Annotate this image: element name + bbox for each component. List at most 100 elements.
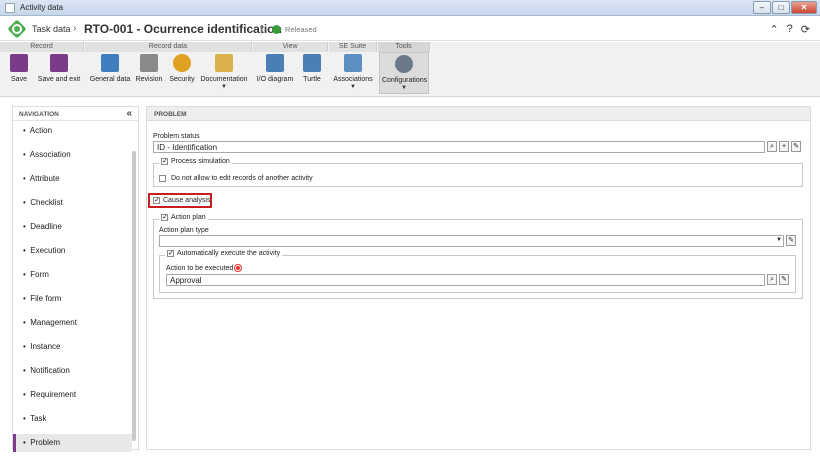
save-label: Save: [11, 76, 27, 83]
search-icon[interactable]: ⌕: [767, 141, 777, 152]
ribbon-group-record-data: Record data General data Revision Securi…: [85, 42, 252, 97]
turtle-label: Turtle: [303, 76, 321, 83]
sidebar-item-form[interactable]: • Form: [13, 266, 132, 284]
action-plan-legend: ✓ Action plan: [159, 214, 208, 221]
sidebar-item-execution[interactable]: • Execution: [13, 242, 132, 260]
security-button[interactable]: Security: [167, 54, 197, 83]
page-title: RTO-001 - Ocurrence identification: [84, 22, 282, 36]
window-title: Activity data: [20, 3, 64, 12]
sidebar-item-requirement[interactable]: • Requirement: [13, 386, 132, 404]
sidebar-item-checklist[interactable]: • Checklist: [13, 194, 132, 212]
dropdown-arrow-icon: ▼: [221, 84, 227, 90]
associations-icon: [344, 54, 362, 72]
revision-button[interactable]: Revision: [133, 54, 165, 83]
turtle-button[interactable]: Turtle: [298, 54, 326, 83]
save-button[interactable]: Save: [6, 54, 32, 83]
sidebar-item-deadline[interactable]: • Deadline: [13, 218, 132, 236]
ribbon-group-label: Record data: [85, 42, 252, 52]
io-diagram-button[interactable]: I/O diagram: [256, 54, 294, 83]
collapse-up-icon[interactable]: ⌃: [769, 23, 778, 36]
sidebar-item-instance[interactable]: • Instance: [13, 338, 132, 356]
ribbon-toolbar: Record Save Save and exit Record data Ge…: [0, 42, 820, 97]
associations-button[interactable]: Associations ▼: [331, 54, 375, 90]
io-diagram-icon: [266, 54, 284, 72]
add-icon[interactable]: +: [779, 141, 789, 152]
sidebar-item-label: Execution: [30, 246, 66, 255]
action-plan-type-select[interactable]: [159, 235, 784, 247]
sidebar-item-label: Checklist: [30, 198, 63, 207]
minimize-button[interactable]: –: [753, 1, 771, 14]
bullet-icon: •: [23, 222, 26, 231]
problem-status-field[interactable]: ID - Identification: [153, 141, 765, 153]
collapse-left-icon[interactable]: «: [126, 108, 132, 119]
sidebar-item-action[interactable]: • Action: [13, 122, 132, 140]
help-icon[interactable]: ?: [787, 23, 793, 36]
key-icon: [173, 54, 191, 72]
clear-icon[interactable]: ✎: [779, 274, 789, 285]
general-data-label: General data: [89, 76, 131, 83]
scrollbar[interactable]: [132, 151, 136, 441]
auto-execute-legend: ✓ Automatically execute the activity: [165, 250, 283, 257]
process-simulation-checkbox[interactable]: ✓: [161, 158, 168, 165]
save-and-exit-button[interactable]: Save and exit: [36, 54, 82, 83]
sidebar-item-label: Task: [30, 414, 47, 423]
dropdown-arrow-icon: ▼: [350, 84, 356, 90]
sidebar-item-association[interactable]: • Association: [13, 146, 132, 164]
dropdown-arrow-icon[interactable]: ▼: [776, 237, 782, 243]
sidebar-item-notification[interactable]: • Notification: [13, 362, 132, 380]
divider: |: [260, 24, 263, 34]
dropdown-arrow-icon: ▼: [401, 85, 407, 91]
sidebar-item-management[interactable]: • Management: [13, 314, 132, 332]
ribbon-group-label: SE Suite: [329, 42, 377, 52]
ribbon-group-record: Record Save Save and exit: [0, 42, 84, 97]
configurations-button[interactable]: Configurations ▼: [379, 52, 429, 94]
documentation-button[interactable]: Documentation ▼: [199, 54, 249, 90]
window-titlebar: Activity data – □ ✕: [0, 0, 820, 16]
sidebar-item-label: Notification: [30, 366, 70, 375]
save-icon: [10, 54, 28, 72]
gears-icon: [395, 55, 413, 73]
maximize-button[interactable]: □: [772, 1, 790, 14]
sidebar-item-label: Problem: [30, 438, 61, 447]
bullet-icon: •: [23, 198, 26, 207]
refresh-icon[interactable]: ⟳: [801, 23, 810, 36]
sidebar-item-attribute[interactable]: • Attribute: [13, 170, 132, 188]
search-icon[interactable]: ⌕: [767, 274, 777, 285]
navigation-heading-label: NAVIGATION: [19, 111, 59, 118]
save-exit-label: Save and exit: [37, 76, 81, 83]
no-edit-checkbox[interactable]: [159, 175, 166, 182]
bullet-icon: •: [23, 438, 26, 447]
clear-icon[interactable]: ✎: [786, 235, 796, 246]
bullet-icon: •: [23, 174, 26, 183]
auto-execute-checkbox[interactable]: ✓: [167, 250, 174, 257]
action-plan-type-label: Action plan type: [159, 227, 209, 234]
save-exit-icon: [50, 54, 68, 72]
bullet-icon: •: [23, 150, 26, 159]
breadcrumb-root[interactable]: Task data: [32, 24, 71, 34]
io-diagram-label: I/O diagram: [256, 76, 294, 83]
page-header: Task data › RTO-001 - Ocurrence identifi…: [0, 17, 820, 41]
documentation-icon: [215, 54, 233, 72]
turtle-icon: [303, 54, 321, 72]
sidebar-item-task[interactable]: • Task: [13, 410, 132, 428]
action-to-execute-field[interactable]: Approval: [166, 274, 765, 286]
bullet-icon: •: [23, 390, 26, 399]
revision-label: Revision: [135, 76, 163, 83]
sidebar-item-label: Instance: [30, 342, 61, 351]
action-plan-checkbox[interactable]: ✓: [161, 214, 168, 221]
general-data-button[interactable]: General data: [89, 54, 131, 83]
released-status-icon: [272, 25, 281, 34]
sidebar-item-problem[interactable]: • Problem: [13, 434, 132, 452]
sidebar-item-label: Form: [30, 270, 49, 279]
associations-label: Associations: [333, 76, 373, 83]
problem-panel: PROBLEM Problem status ID - Identificati…: [146, 106, 811, 450]
sidebar-item-file-form[interactable]: • File form: [13, 290, 132, 308]
ribbon-group-label: Record: [0, 42, 84, 52]
sidebar-item-label: Deadline: [30, 222, 62, 231]
bullet-icon: •: [23, 126, 26, 135]
clear-icon[interactable]: ✎: [791, 141, 801, 152]
bullet-icon: •: [23, 414, 26, 423]
close-button[interactable]: ✕: [791, 1, 817, 14]
revision-icon: [140, 54, 158, 72]
cause-analysis-checkbox[interactable]: ✓: [153, 197, 160, 204]
